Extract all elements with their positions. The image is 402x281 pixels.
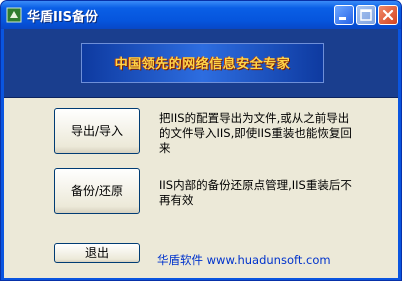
export-import-button[interactable]: 导出/导入 — [54, 108, 140, 154]
close-icon — [382, 9, 394, 21]
dialog-client-area: 中国领先的网络信息安全专家 导出/导入 把IIS的配置导出为文件,或从之前导出的… — [4, 29, 398, 278]
title-bar[interactable]: 华盾IIS备份 — [1, 1, 401, 29]
backup-restore-button[interactable]: 备份/还原 — [54, 168, 140, 214]
maximize-icon — [360, 9, 372, 21]
banner-slogan: 中国领先的网络信息安全专家 — [114, 57, 291, 72]
app-icon — [6, 7, 22, 23]
header-band: 中国领先的网络信息安全专家 — [4, 29, 398, 98]
close-button[interactable] — [378, 5, 398, 25]
export-import-description: 把IIS的配置导出为文件,或从之前导出的文件导入IIS,即使IIS重装也能恢复回… — [159, 111, 352, 155]
app-window: 华盾IIS备份 中国领先的网络信息安全专家 导出/导入 把IIS的配置导出为文件… — [0, 0, 402, 281]
minimize-icon — [339, 17, 346, 20]
maximize-button[interactable] — [356, 5, 376, 25]
minimize-button[interactable] — [334, 5, 354, 25]
window-title: 华盾IIS备份 — [27, 10, 99, 25]
banner: 中国领先的网络信息安全专家 — [81, 43, 324, 83]
backup-restore-description: IIS内部的备份还原点管理,IIS重装后不再有效 — [159, 178, 352, 207]
website-link[interactable]: 华盾软件 www.huadunsoft.com — [157, 252, 331, 268]
exit-button[interactable]: 退出 — [54, 243, 140, 263]
